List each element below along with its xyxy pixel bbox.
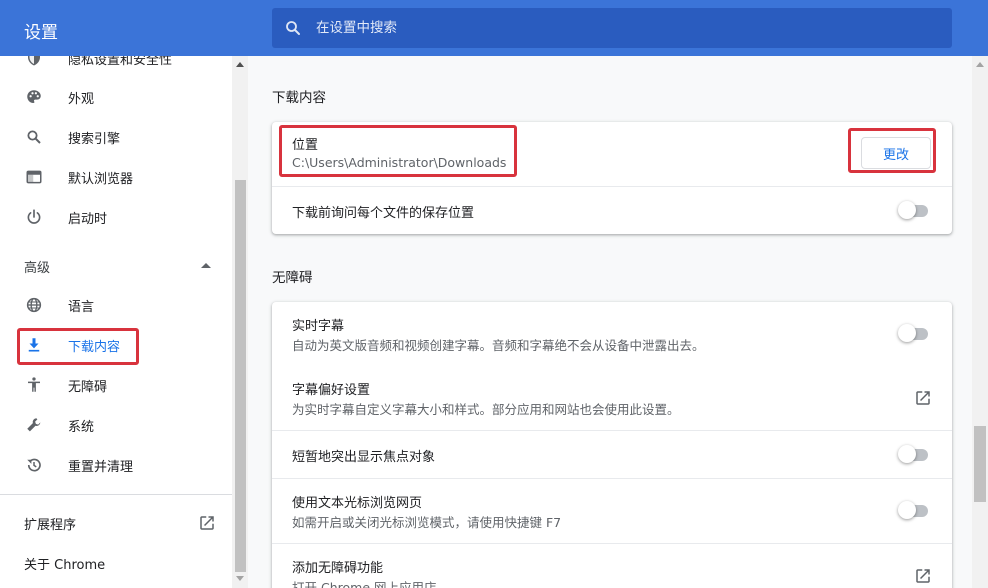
sidebar-divider bbox=[0, 494, 232, 495]
sidebar-item-default-browser[interactable]: 默认浏览器 bbox=[0, 157, 232, 197]
focus-highlight-toggle[interactable] bbox=[898, 445, 930, 463]
row-subtitle: 自动为英文版音频和视频创建字幕。音频和字幕绝不会从设备中泄露出去。 bbox=[292, 338, 705, 353]
ask-location-toggle[interactable] bbox=[898, 201, 930, 219]
highlight-box bbox=[279, 125, 517, 177]
highlight-box bbox=[848, 128, 936, 173]
page-title: 设置 bbox=[24, 23, 58, 43]
sidebar-item-system[interactable]: 系统 bbox=[0, 405, 232, 445]
wrench-icon bbox=[24, 415, 44, 435]
section-title-accessibility: 无障碍 bbox=[272, 270, 313, 286]
browser-icon bbox=[24, 167, 44, 187]
shield-icon bbox=[24, 56, 44, 68]
power-icon bbox=[24, 207, 44, 227]
top-header: 设置 bbox=[0, 0, 988, 56]
chevron-up-icon[interactable] bbox=[201, 263, 211, 268]
search-icon bbox=[286, 21, 300, 35]
sidebar-item-search-engine[interactable]: 搜索引擎 bbox=[0, 117, 232, 157]
sidebar-item-about[interactable]: 关于 Chrome bbox=[24, 554, 105, 573]
caption-prefs-row[interactable]: 字幕偏好设置 为实时字幕自定义字幕大小和样式。部分应用和网站也会使用此设置。 bbox=[272, 366, 952, 430]
external-link-icon[interactable] bbox=[914, 567, 932, 585]
row-subtitle: 为实时字幕自定义字幕大小和样式。部分应用和网站也会使用此设置。 bbox=[292, 402, 680, 417]
scroll-up-arrow[interactable] bbox=[976, 62, 984, 67]
sidebar-item-label: 隐私设置和安全性 bbox=[68, 56, 173, 68]
accessibility-icon bbox=[24, 375, 44, 395]
restore-icon bbox=[24, 455, 44, 475]
row-title: 字幕偏好设置 bbox=[292, 383, 371, 398]
highlight-box bbox=[17, 328, 139, 365]
sidebar-item-label: 语言 bbox=[68, 299, 95, 315]
accessibility-card: 实时字幕 自动为英文版音频和视频创建字幕。音频和字幕绝不会从设备中泄露出去。 字… bbox=[272, 302, 952, 588]
main-content: 下载内容 位置 C:\Users\Administrator\Downloads… bbox=[248, 56, 972, 588]
sidebar-item-extensions[interactable]: 扩展程序 bbox=[24, 514, 76, 533]
sidebar-item-accessibility[interactable]: 无障碍 bbox=[0, 365, 232, 405]
row-title: 添加无障碍功能 bbox=[292, 561, 384, 576]
sidebar-advanced-label[interactable]: 高级 bbox=[24, 257, 50, 276]
sidebar-item-privacy[interactable]: 隐私设置和安全性 bbox=[0, 56, 232, 78]
caret-browsing-row[interactable]: 使用文本光标浏览网页 如需开启或关闭光标浏览模式，请使用快捷键 F7 bbox=[272, 479, 952, 543]
ask-location-row[interactable]: 下载前询问每个文件的保存位置 bbox=[272, 187, 952, 234]
scroll-up-arrow[interactable] bbox=[236, 62, 244, 67]
sidebar-item-label: 搜索引擎 bbox=[68, 131, 121, 147]
sidebar-item-label: 外观 bbox=[68, 91, 95, 107]
ask-location-label: 下载前询问每个文件的保存位置 bbox=[292, 206, 475, 221]
add-accessibility-row[interactable]: 添加无障碍功能 打开 Chrome 网上应用店 bbox=[272, 544, 952, 588]
focus-highlight-row[interactable]: 短暂地突出显示焦点对象 bbox=[272, 431, 952, 478]
row-subtitle: 如需开启或关闭光标浏览模式，请使用快捷键 F7 bbox=[292, 515, 562, 530]
external-link-icon[interactable] bbox=[914, 389, 932, 407]
row-title: 短暂地突出显示焦点对象 bbox=[292, 450, 436, 465]
sidebar-item-appearance[interactable]: 外观 bbox=[0, 77, 232, 117]
live-caption-row[interactable]: 实时字幕 自动为英文版音频和视频创建字幕。音频和字幕绝不会从设备中泄露出去。 bbox=[272, 302, 952, 366]
external-link-icon[interactable] bbox=[198, 514, 216, 532]
sidebar-item-label: 系统 bbox=[68, 419, 95, 435]
row-title: 使用文本光标浏览网页 bbox=[292, 496, 423, 511]
search-icon bbox=[24, 127, 44, 147]
sidebar-item-languages[interactable]: 语言 bbox=[0, 285, 232, 325]
globe-icon bbox=[24, 295, 44, 315]
sidebar: 隐私设置和安全性 外观 搜索引擎 默认浏览器 启动时 高级 语言 下载内容 无障… bbox=[0, 56, 232, 588]
caret-browsing-toggle[interactable] bbox=[898, 501, 930, 519]
live-caption-toggle[interactable] bbox=[898, 324, 930, 342]
sidebar-item-reset[interactable]: 重置并清理 bbox=[0, 445, 232, 485]
sidebar-item-label: 默认浏览器 bbox=[68, 171, 134, 187]
scrollbar-thumb[interactable] bbox=[974, 426, 986, 502]
palette-icon bbox=[24, 87, 44, 107]
scroll-down-arrow[interactable] bbox=[236, 576, 244, 581]
search-box[interactable] bbox=[272, 8, 952, 48]
search-input[interactable] bbox=[316, 20, 916, 36]
sidebar-item-label: 无障碍 bbox=[68, 379, 108, 395]
main-scrollbar[interactable] bbox=[972, 56, 988, 588]
sidebar-item-on-startup[interactable]: 启动时 bbox=[0, 197, 232, 237]
scrollbar-thumb[interactable] bbox=[235, 180, 246, 572]
row-subtitle: 打开 Chrome 网上应用店 bbox=[292, 580, 437, 588]
sidebar-item-label: 启动时 bbox=[68, 211, 108, 227]
sidebar-scrollbar[interactable] bbox=[232, 56, 248, 588]
row-title: 实时字幕 bbox=[292, 319, 345, 334]
section-title-downloads: 下载内容 bbox=[272, 90, 326, 106]
sidebar-item-label: 重置并清理 bbox=[68, 459, 134, 475]
